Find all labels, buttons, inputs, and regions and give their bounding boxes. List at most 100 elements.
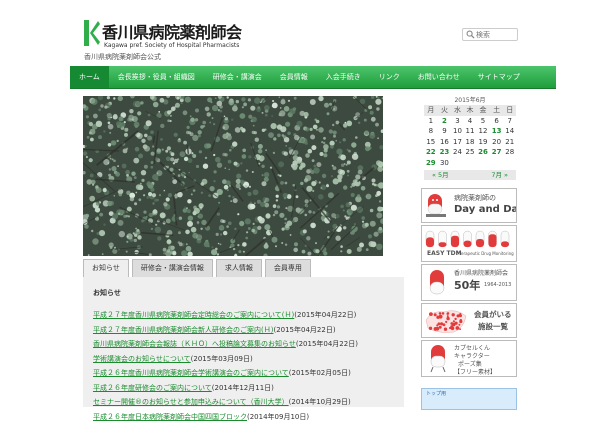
tab-members-only[interactable]: 会員専用 — [265, 259, 311, 277]
content-tabs: お知らせ 研修会・講演会情報 求人情報 会員専用 — [83, 259, 314, 277]
calendar-day: 11 — [464, 126, 476, 137]
nav-item-contact[interactable]: お問い合わせ — [409, 66, 469, 88]
calendar-table: 月火水木金土日123456789101112131415161718192021… — [424, 105, 516, 168]
calendar-weekday-header: 火 — [438, 105, 452, 116]
news-list: 平成２７年度香川県病院薬剤師会定時総会のご案内について(Ｈ)(2015年04月2… — [93, 308, 358, 424]
banner-50th-anniversary[interactable]: 香川県病院薬剤師会 50年 1964-2013 — [421, 264, 517, 301]
calendar-weekday-header: 水 — [451, 105, 463, 116]
hero-image — [83, 96, 383, 256]
news-link[interactable]: セミナー開催®のお知らせと参加申込みについて（香川大学） — [93, 398, 289, 406]
calendar-day: 12 — [476, 126, 490, 137]
tab-seminars[interactable]: 研修会・講演会情報 — [132, 259, 213, 277]
nav-item-home[interactable]: ホーム — [70, 66, 109, 88]
capsule-kun-icon — [427, 344, 449, 373]
calendar-widget: 2015年6月 月火水木金土日1234567891011121314151617… — [424, 96, 516, 180]
calendar-day: 19 — [476, 137, 490, 148]
news-link[interactable]: 平成２７年度香川県病院薬剤師会新人研修会のご案内(Ｈ) — [93, 326, 273, 334]
calendar-day: 16 — [438, 137, 452, 148]
calendar-day[interactable]: 2 — [438, 116, 452, 127]
calendar-day[interactable]: 13 — [490, 126, 504, 137]
banner-capsule-note: 【フリー素材】 — [454, 367, 496, 376]
calendar-day: 17 — [451, 137, 463, 148]
calendar-weekday-header: 金 — [476, 105, 490, 116]
nav-item-members[interactable]: 会員情報 — [271, 66, 317, 88]
news-item: 平成２６年度研修会のご案内について(2014年12月11日) — [93, 381, 358, 396]
calendar-day: 18 — [464, 137, 476, 148]
calendar-prev-link[interactable]: « 5月 — [432, 170, 449, 180]
news-link[interactable]: 学術講演会のお知らせについて — [93, 355, 191, 363]
calendar-empty-cell — [451, 158, 463, 169]
banner-50th-years: 1964-2013 — [484, 282, 511, 288]
news-date: (2015年04月22日) — [296, 340, 358, 348]
news-date: (2015年04月22日) — [273, 326, 335, 334]
tab-jobs[interactable]: 求人情報 — [216, 259, 262, 277]
site-title: 香川県病院薬剤師会 — [102, 19, 242, 43]
calendar-weekday-header: 木 — [464, 105, 476, 116]
calendar-day: 9 — [438, 126, 452, 137]
calendar-day: 21 — [503, 137, 516, 148]
section-title: お知らせ — [93, 288, 121, 298]
search-input[interactable] — [476, 29, 514, 40]
news-date: (2014年10月29日) — [289, 398, 351, 406]
news-date: (2014年12月11日) — [212, 384, 274, 392]
calendar-weekday-header: 日 — [503, 105, 516, 116]
news-link[interactable]: 平成２６年度研修会のご案内について — [93, 384, 212, 392]
nav-item-links[interactable]: リンク — [370, 66, 409, 88]
banner-facilities-subtitle: 施設一覧 — [478, 321, 508, 332]
news-link[interactable]: 香川県病院薬剤師会会報誌（ＫＨＯ）へ投稿論文募集のお知らせ — [93, 340, 296, 348]
calendar-day: 3 — [451, 116, 463, 127]
calendar-day[interactable]: 27 — [490, 147, 504, 158]
nav-item-seminars[interactable]: 研修会・講演会 — [204, 66, 271, 88]
nav-item-sitemap[interactable]: サイトマップ — [469, 66, 529, 88]
calendar-next-link[interactable]: 7月 » — [491, 170, 508, 180]
calendar-day[interactable]: 26 — [476, 147, 490, 158]
news-item: 平成２６年度日本病院薬剤師会中国四国ブロック(2014年09月10日) — [93, 410, 358, 424]
banner-easy-tdm[interactable]: EASY TDM Therapeutic Drug Monitoring — [421, 225, 517, 262]
calendar-day: 6 — [490, 116, 504, 127]
site-subtitle: Kagawa pref. Society of Hospital Pharmac… — [104, 42, 239, 49]
banner-day-and-day-title: 病院薬剤師の — [454, 193, 496, 203]
calendar-empty-cell — [464, 158, 476, 169]
banner-capsule-kun[interactable]: カプセルくん キャラクター ポーズ集 【フリー素材】 — [421, 340, 517, 377]
calendar-day: 25 — [464, 147, 476, 158]
news-item: 学術講演会のお知らせについて(2015年03月09日) — [93, 352, 358, 367]
calendar-day: 14 — [503, 126, 516, 137]
news-date: (2015年04月22日) — [294, 311, 356, 319]
main-nav: ホーム 会長挨拶・役員・組織図 研修会・講演会 会員情報 入会手続き リンク お… — [70, 66, 556, 89]
news-link[interactable]: 平成２６年度日本病院薬剤師会中国四国ブロック — [93, 413, 247, 421]
banner-50th-subtitle: 50年 — [454, 277, 480, 293]
capsule-row-icon — [424, 229, 514, 249]
news-item: 平成２７年度香川県病院薬剤師会定時総会のご案内について(Ｈ)(2015年04月2… — [93, 308, 358, 323]
calendar-day: 30 — [438, 158, 452, 169]
calendar-day[interactable]: 23 — [438, 147, 452, 158]
calendar-day[interactable]: 29 — [424, 158, 438, 169]
calendar-day[interactable]: 22 — [424, 147, 438, 158]
calendar-day: 24 — [451, 147, 463, 158]
banner-facilities-title: 会員がいる — [474, 309, 512, 320]
banner-top[interactable]: トップ用 — [421, 388, 517, 410]
tab-news[interactable]: お知らせ — [83, 259, 129, 277]
calendar-day: 15 — [424, 137, 438, 148]
calendar-day: 4 — [464, 116, 476, 127]
banner-top-title: トップ用 — [426, 390, 446, 397]
calendar-day: 20 — [490, 137, 504, 148]
site-logo[interactable]: 香川県病院薬剤師会 Kagawa pref. Society of Hospit… — [84, 18, 274, 54]
news-panel: お知らせ 平成２７年度香川県病院薬剤師会定時総会のご案内について(Ｈ)(2015… — [83, 277, 404, 407]
news-date: (2015年03月09日) — [191, 355, 253, 363]
calendar-day: 7 — [503, 116, 516, 127]
calendar-empty-cell — [490, 158, 504, 169]
nav-item-join[interactable]: 入会手続き — [317, 66, 370, 88]
banner-member-facilities[interactable]: 会員がいる 施設一覧 — [421, 303, 517, 338]
logo-k-icon — [84, 20, 100, 46]
banner-day-and-day-subtitle: Day and Day — [454, 204, 517, 215]
news-link[interactable]: 平成２６年度香川県病院薬剤師会学術講演会のご案内について — [93, 369, 289, 377]
banner-day-and-day[interactable]: 病院薬剤師の Day and Day — [421, 188, 517, 223]
calendar-day: 28 — [503, 147, 516, 158]
banner-50th-title: 香川県病院薬剤師会 — [454, 268, 508, 277]
nav-item-greeting[interactable]: 会長挨拶・役員・組織図 — [109, 66, 204, 88]
search-box[interactable] — [462, 28, 518, 41]
calendar-day: 8 — [424, 126, 438, 137]
news-link[interactable]: 平成２７年度香川県病院薬剤師会定時総会のご案内について(Ｈ) — [93, 311, 294, 319]
calendar-empty-cell — [503, 158, 516, 169]
calendar-caption: 2015年6月 — [424, 96, 516, 105]
